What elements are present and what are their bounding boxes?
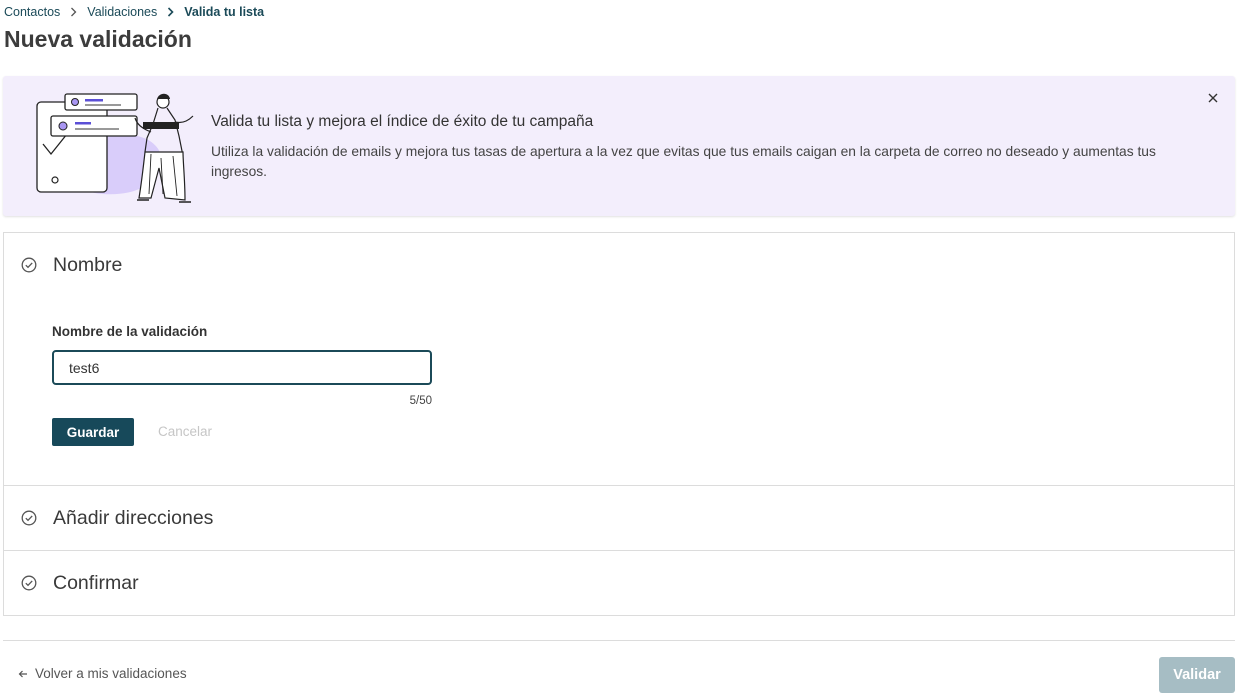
char-counter: 5/50: [409, 395, 432, 407]
page-title: Nueva validación: [4, 26, 192, 52]
save-button[interactable]: Guardar: [52, 418, 134, 446]
banner-description: Utiliza la validación de emails y mejora…: [211, 144, 1156, 179]
check-circle-icon: [20, 257, 37, 274]
step-header-confirmar[interactable]: Confirmar: [4, 551, 1234, 615]
validate-button[interactable]: Validar: [1159, 657, 1235, 693]
step-confirmar: Confirmar: [4, 551, 1234, 615]
footer-divider: [3, 640, 1235, 641]
check-circle-icon: [20, 575, 37, 592]
step-label: Nombre: [53, 253, 123, 276]
breadcrumb-contactos[interactable]: Contactos: [4, 5, 60, 19]
arrow-left-icon: [18, 669, 28, 679]
validation-illustration: [33, 90, 201, 206]
validation-steps: Nombre Nombre de la validación 5/50 Guar…: [3, 232, 1235, 616]
step-nombre: Nombre Nombre de la validación 5/50 Guar…: [4, 233, 1234, 486]
close-icon[interactable]: [1205, 90, 1221, 106]
step-header-nombre[interactable]: Nombre: [4, 233, 1234, 297]
step-label: Añadir direcciones: [53, 506, 214, 529]
back-link-label: Volver a mis validaciones: [35, 666, 187, 681]
validation-name-input[interactable]: [52, 350, 432, 385]
chevron-right-icon: [70, 7, 77, 17]
breadcrumb-validaciones[interactable]: Validaciones: [87, 5, 157, 19]
step-label: Confirmar: [53, 571, 139, 594]
banner-title: Valida tu lista y mejora el índice de éx…: [211, 113, 594, 130]
breadcrumb-current: Valida tu lista: [184, 5, 265, 19]
check-circle-icon: [20, 510, 37, 527]
back-to-validations-link[interactable]: Volver a mis validaciones: [18, 666, 187, 681]
cancel-button[interactable]: Cancelar: [158, 418, 212, 446]
step-header-anadir-direcciones[interactable]: Añadir direcciones: [4, 486, 1234, 550]
step-anadir-direcciones: Añadir direcciones: [4, 486, 1234, 551]
breadcrumb: Contactos Validaciones Valida tu lista: [4, 4, 264, 20]
validation-name-label: Nombre de la validación: [52, 324, 208, 339]
chevron-right-icon: [167, 7, 174, 17]
info-banner: Valida tu lista y mejora el índice de éx…: [3, 76, 1235, 216]
